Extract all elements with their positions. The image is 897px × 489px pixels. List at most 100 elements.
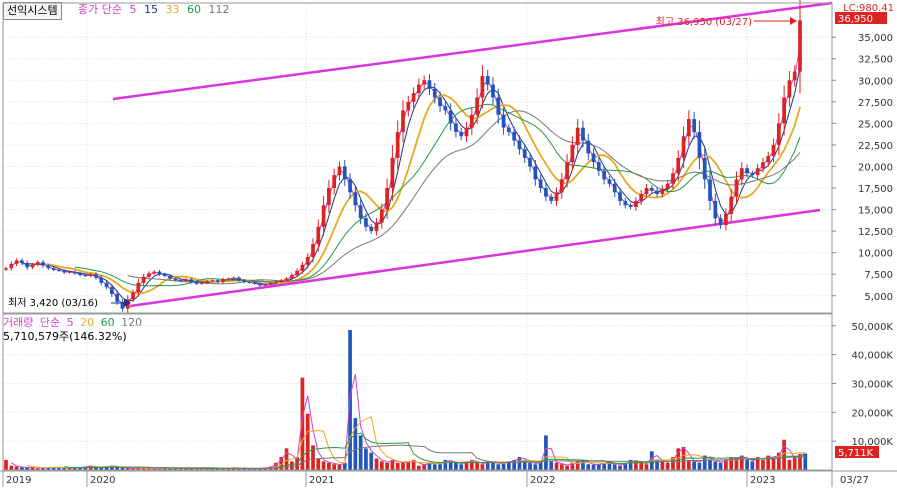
candle-body: [644, 188, 649, 195]
candle-body: [634, 200, 638, 207]
price-tick-label: 35,000: [858, 33, 893, 44]
volume-bar: [554, 462, 559, 470]
volume-bar: [761, 459, 765, 470]
candle-body: [602, 170, 606, 180]
candle-body: [512, 131, 517, 141]
volume-bar: [332, 464, 337, 470]
candle-body: [157, 271, 162, 275]
volume-bar: [289, 461, 294, 470]
volume-bar: [660, 461, 665, 470]
volume-bar: [565, 465, 569, 470]
candle-body: [173, 278, 178, 281]
volume-tick-label: 40,000K: [851, 351, 893, 362]
candle-body: [30, 264, 35, 268]
candle-body: [538, 179, 543, 189]
volume-bar: [771, 458, 776, 470]
candle-body: [152, 271, 157, 274]
candle-body: [575, 127, 580, 145]
volume-bar: [644, 464, 649, 470]
volume-bar: [401, 462, 405, 470]
candle-body: [792, 71, 797, 81]
candle-body: [231, 277, 236, 279]
stock-chart[interactable]: 5,000 7,500 10,000 12,500 15,000 17,500 20,000…: [0, 0, 897, 489]
candle-body: [586, 140, 591, 154]
current-volume-label: 5,711K: [838, 448, 874, 459]
candle-body: [316, 226, 321, 245]
candle-body: [702, 157, 707, 180]
candle-body: [252, 282, 257, 284]
volume-bar: [369, 452, 374, 470]
candle-body: [501, 114, 506, 128]
candle-body: [162, 274, 167, 276]
candle-body: [660, 188, 665, 195]
volume-bar: [496, 464, 501, 470]
volume-bar: [718, 462, 723, 470]
candle-body: [78, 273, 82, 276]
volume-bar: [14, 466, 19, 470]
volume-bar: [692, 461, 696, 470]
price-tick-label: 27,500: [858, 98, 893, 109]
candle-body: [676, 157, 681, 174]
vol-ma-5-line: [11, 373, 806, 470]
candle-body: [411, 93, 416, 102]
candle-body: [131, 292, 135, 300]
candle-body: [686, 119, 691, 137]
volume-bar: [305, 413, 310, 470]
candle-body: [321, 205, 326, 227]
volume-bar: [395, 462, 400, 470]
candle-body: [554, 192, 559, 201]
volume-bar: [374, 458, 379, 470]
candle-body: [205, 281, 209, 283]
candle-body: [475, 97, 479, 115]
candle-body: [438, 97, 442, 107]
volume-bar: [316, 458, 321, 470]
volume-bar: [432, 464, 437, 470]
volume-bar: [549, 461, 554, 470]
candle-body: [274, 281, 278, 283]
candle-body: [724, 213, 728, 226]
candle-body: [522, 149, 527, 158]
candle-body: [565, 162, 569, 180]
candle-body: [448, 110, 453, 124]
candle-body: [99, 277, 104, 283]
candle-body: [507, 127, 511, 132]
candle-body: [581, 127, 585, 141]
price-tick-label: 7,500: [864, 270, 893, 281]
ma-33-line: [43, 94, 801, 295]
volume-bar: [597, 464, 601, 470]
volume-bar: [686, 459, 691, 470]
year-label: 2021: [309, 475, 334, 486]
candle-body: [443, 106, 448, 111]
candle-body: [681, 136, 686, 158]
grid: [2, 3, 832, 470]
candle-body: [200, 282, 204, 284]
volume-bar: [337, 464, 342, 470]
candle-body: [184, 279, 188, 282]
candle-body: [395, 131, 400, 158]
candle-body: [110, 287, 114, 295]
volume-bar: [417, 465, 421, 470]
candle-body: [242, 280, 247, 282]
candle-body: [761, 162, 765, 169]
candle-body: [141, 276, 146, 283]
candle-body: [549, 196, 554, 201]
price-tick-label: 17,500: [858, 184, 893, 195]
candle-body: [94, 274, 98, 278]
volume-tick-label: 50,000K: [851, 322, 893, 333]
candle-body: [14, 260, 19, 264]
candle-body: [4, 268, 8, 270]
volume-bar: [639, 462, 644, 470]
candle-body: [454, 123, 458, 132]
volume-bar: [321, 461, 326, 470]
volume-bar: [364, 448, 368, 470]
volume-bar: [782, 439, 786, 470]
candle-body: [718, 218, 723, 226]
volume-bar: [4, 459, 8, 470]
candle-body: [342, 166, 347, 180]
volume-bar: [459, 464, 464, 470]
candle-body: [745, 168, 749, 174]
volume-bar: [750, 461, 755, 470]
candle-body: [332, 175, 337, 189]
candles: [4, 0, 802, 313]
candle-body: [168, 275, 172, 279]
